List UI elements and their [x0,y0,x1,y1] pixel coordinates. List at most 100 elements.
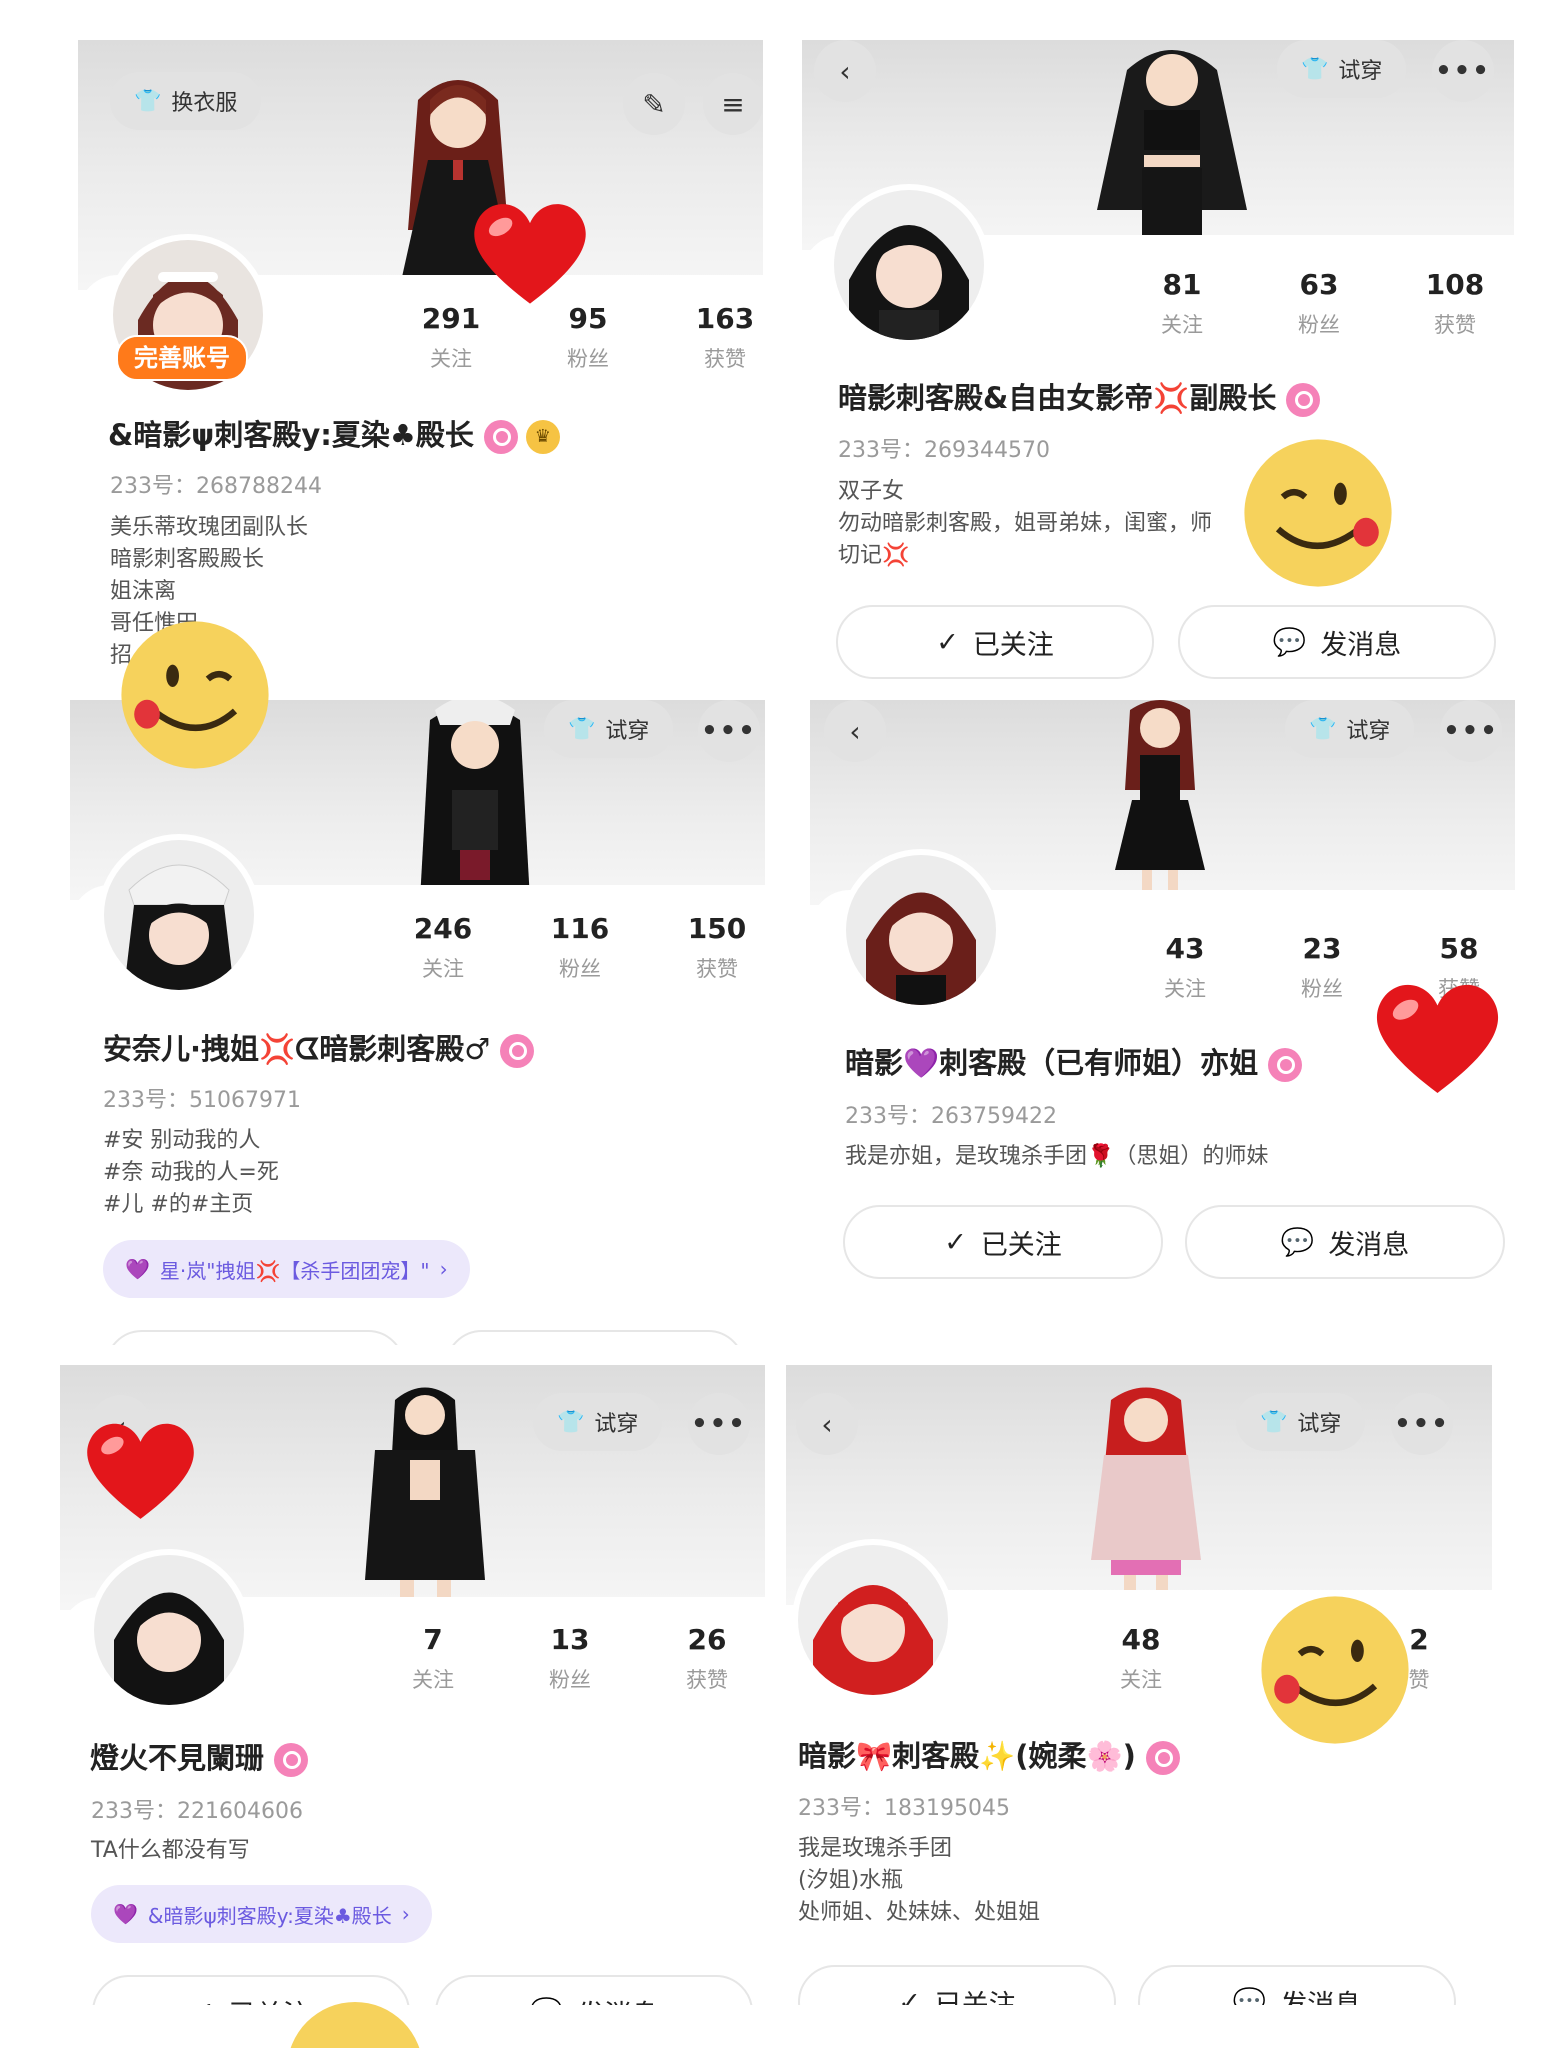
avatar[interactable] [846,855,996,1005]
send-message-button[interactable]: 💬 发消息 [1178,605,1496,679]
followed-label: 已关注 [934,1989,1016,2006]
stat-number: 150 [687,912,747,945]
shirt-icon: 👕 [1260,1409,1288,1435]
stat-following[interactable]: 246 关注 [388,912,498,983]
avatar[interactable] [104,840,254,990]
edit-button[interactable]: ✎ [623,73,685,135]
send-message-label: 发消息 [1320,629,1402,661]
chat-bubble-icon: 💬 [1280,1227,1315,1258]
change-outfit-button[interactable]: 👕 换衣服 [110,72,262,130]
relationship-tag[interactable]: 💜 星·岚"拽姐💢【杀手团团宠】" › [103,1240,470,1298]
stat-likes[interactable]: 26 获赞 [652,1623,762,1694]
stat-likes[interactable]: 108 获赞 [1400,268,1510,339]
stat-following[interactable]: 81 关注 [1127,268,1237,339]
stat-fans[interactable]: 13 粉丝 [515,1623,625,1694]
stat-number: 26 [687,1623,727,1656]
try-on-label: 试穿 [1297,1412,1342,1437]
stat-fans[interactable]: 95 粉丝 [533,302,643,373]
profile-name: 暗影🎀刺客殿✨(婉柔🌸) [798,1733,1180,1775]
stat-fans[interactable]: 23 粉丝 [1267,932,1377,1003]
back-button[interactable]: ‹ [824,700,886,762]
wink-emoji-icon [121,621,269,769]
try-on-label: 试穿 [605,719,650,744]
hearts-icon: 💜 [113,1902,138,1926]
stat-fans[interactable]: 116 粉丝 [525,912,635,983]
profile-name: &暗影ψ刺客殿y:夏染♣殿长 ♛ [108,412,560,454]
wink-emoji-icon [1244,439,1392,587]
relationship-tag[interactable]: 💜 &暗影ψ刺客殿y:夏染♣殿长 › [91,1885,432,1943]
female-icon [483,420,518,454]
followed-button[interactable] [105,1330,405,1345]
more-dots-icon: ••• [701,716,757,746]
stat-fans[interactable]: 63 粉丝 [1264,268,1374,339]
bio: #安 别动我的人 #奈 动我的人=死 #儿 #的#主页 [103,1125,279,1221]
try-on-button[interactable]: 👕 试穿 [544,700,674,758]
stat-following[interactable]: 43 关注 [1130,932,1240,1003]
female-icon [1145,1741,1180,1775]
avatar-image [798,1545,948,1695]
followed-button[interactable]: ✓ 已关注 [836,605,1154,679]
more-dots-icon: ••• [1443,716,1499,746]
check-icon: ✓ [944,1226,967,1258]
more-dots-icon: ••• [1394,1409,1450,1439]
try-on-button[interactable]: 👕 试穿 [1277,40,1407,98]
chevron-left-icon: ‹ [821,1407,833,1441]
stat-likes[interactable]: 163 获赞 [670,302,763,373]
send-message-button[interactable] [445,1330,745,1345]
stat-number: 58 [1439,932,1479,965]
try-on-button[interactable]: 👕 试穿 [1236,1393,1366,1451]
stat-label: 获赞 [686,1668,728,1692]
stat-label: 粉丝 [559,957,601,981]
followed-button[interactable]: ✓ 已关注 [843,1205,1163,1279]
avatar[interactable] [834,190,984,340]
stat-label: 关注 [412,1668,454,1692]
more-button[interactable]: ••• [1432,40,1494,102]
stat-number: 7 [423,1623,443,1656]
bio-line: (汐姐)水瓶 [798,1868,904,1893]
relationship-tag-label: &暗影ψ刺客殿y:夏染♣殿长 [147,1903,392,1928]
stat-label: 获赞 [1434,313,1476,337]
profile-name-text: 燈火不見闌珊 [90,1741,265,1775]
avatar[interactable] [798,1545,948,1695]
stat-label: 关注 [1164,977,1206,1001]
try-on-button[interactable]: 👕 试穿 [1285,700,1415,758]
send-message-button[interactable]: 💬 发消息 [1138,1965,1456,2005]
send-message-button[interactable]: 💬 发消息 [435,1975,753,2005]
female-icon [1286,383,1321,417]
profile-name-text: 安奈儿·拽姐💢ᗧ暗影刺客殿♂ [103,1032,491,1066]
more-button[interactable]: ••• [1440,700,1502,762]
send-message-button[interactable]: 💬 发消息 [1185,1205,1505,1279]
user-id: 233号：51067971 [103,1088,301,1113]
back-button[interactable]: ‹ [814,40,876,102]
chat-bubble-icon: 💬 [1232,1987,1267,2005]
bio-line: TA什么都没有写 [91,1838,250,1863]
chevron-right-icon: › [401,1902,410,1926]
stat-label: 关注 [430,347,472,371]
chat-bubble-icon: 💬 [530,1996,564,2005]
check-icon: ✓ [898,1986,921,2006]
try-on-label: 试穿 [1338,59,1383,84]
stat-likes[interactable]: 150 获赞 [662,912,765,983]
profile-name-text: 暗影💜刺客殿（已有师姐）亦姐 [845,1046,1259,1080]
shirt-icon: 👕 [557,1409,585,1435]
stat-following[interactable]: 48 关注 [1086,1623,1196,1694]
menu-button[interactable]: ≡ [703,73,763,135]
heart-sticker-icon [87,1423,194,1519]
stat-label: 粉丝 [567,347,609,371]
stat-number: 81 [1162,268,1202,301]
pencil-icon: ✎ [642,87,666,121]
try-on-button[interactable]: 👕 试穿 [533,1393,663,1451]
profile-name: 暗影💜刺客殿（已有师姐）亦姐 [845,1040,1303,1082]
stat-following[interactable]: 291 关注 [396,302,506,373]
more-button[interactable]: ••• [688,1393,750,1455]
followed-button[interactable]: ✓ 已关注 [798,1965,1116,2005]
check-icon: ✓ [192,1997,215,2006]
stat-label: 获赞 [696,957,738,981]
more-button[interactable]: ••• [1391,1393,1453,1455]
try-on-label: 试穿 [1346,719,1391,744]
avatar[interactable] [94,1555,244,1705]
back-button[interactable]: ‹ [796,1393,858,1455]
more-button[interactable]: ••• [698,700,760,762]
stat-following[interactable]: 7 关注 [378,1623,488,1694]
complete-account-badge[interactable]: 完善账号 [116,335,248,381]
